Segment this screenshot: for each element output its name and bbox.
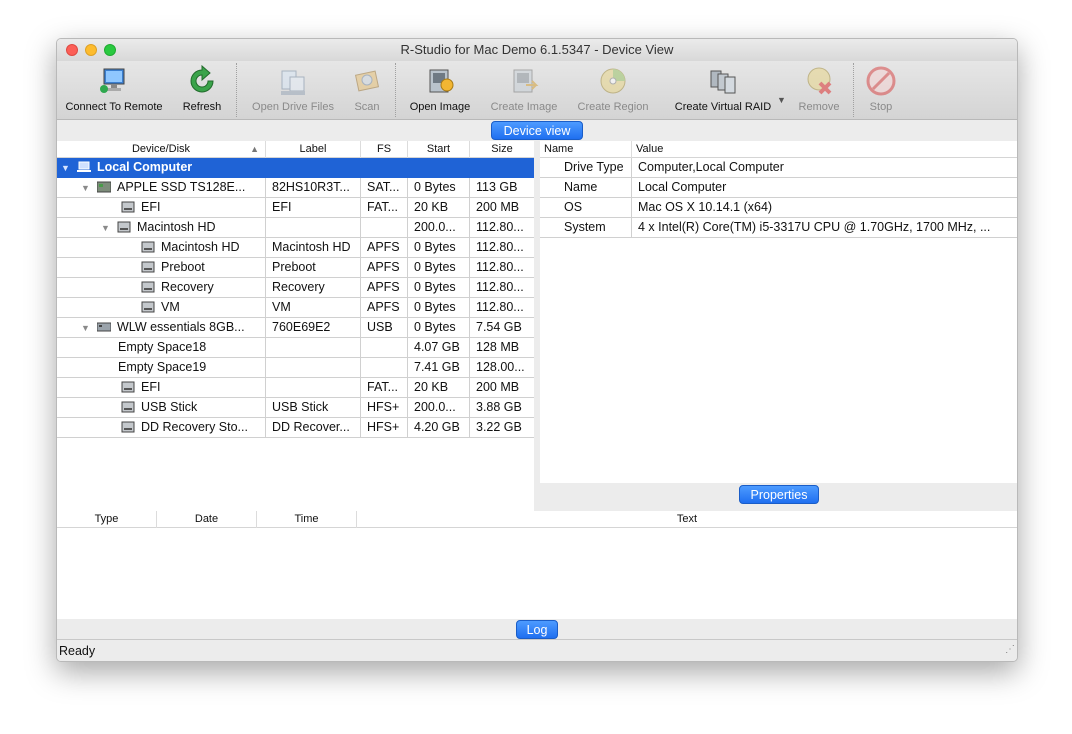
open-drive-files-button[interactable]: Open Drive Files: [243, 61, 343, 119]
property-row[interactable]: Name Local Computer: [540, 178, 1017, 198]
column-header-value[interactable]: Value: [632, 141, 1017, 158]
open-image-button[interactable]: Open Image: [401, 61, 479, 119]
table-row[interactable]: DD Recovery Sto... DD Recover... HFS+ 4.…: [57, 418, 534, 438]
computer-network-icon: [100, 68, 125, 93]
table-row[interactable]: USB Stick USB Stick HFS+ 200.0... 3.88 G…: [57, 398, 534, 418]
table-row[interactable]: EFI FAT... 20 KB 200 MB: [57, 378, 534, 398]
device-table-header: Device/Disk ▲ Label FS Start Size: [57, 141, 534, 158]
column-header-start[interactable]: Start: [408, 141, 470, 158]
column-header-device[interactable]: Device/Disk ▲: [57, 141, 266, 158]
resize-grip-icon[interactable]: ⋰: [1005, 639, 1015, 661]
table-row[interactable]: ▼ APPLE SSD TS128E... 82HS10R3T... SAT...…: [57, 178, 534, 198]
volume-icon: [121, 201, 135, 213]
remove-icon: [807, 67, 832, 95]
volume-icon: [117, 221, 131, 233]
volume-icon: [121, 381, 135, 393]
title-bar: R-Studio for Mac Demo 6.1.5347 - Device …: [57, 39, 1017, 61]
connect-to-remote-button[interactable]: Connect To Remote: [61, 61, 167, 119]
status-bar: Ready ⋰: [57, 639, 1017, 661]
volume-icon: [141, 261, 155, 273]
refresh-button[interactable]: Refresh: [171, 61, 233, 119]
table-row[interactable]: VM VM APFS 0 Bytes 112.80...: [57, 298, 534, 318]
ssd-drive-icon: [97, 181, 111, 193]
sort-ascending-icon: ▲: [250, 144, 259, 154]
disclosure-triangle-icon[interactable]: ▼: [81, 179, 91, 197]
column-header-date[interactable]: Date: [157, 511, 257, 528]
window-title: R-Studio for Mac Demo 6.1.5347 - Device …: [400, 42, 674, 57]
app-window: R-Studio for Mac Demo 6.1.5347 - Device …: [56, 38, 1018, 662]
property-row[interactable]: OS Mac OS X 10.14.1 (x64): [540, 198, 1017, 218]
volume-icon: [121, 421, 135, 433]
column-header-time[interactable]: Time: [257, 511, 357, 528]
device-tree-panel: Device/Disk ▲ Label FS Start Size ▼ Local …: [57, 141, 534, 511]
remove-button[interactable]: Remove: [791, 61, 847, 119]
refresh-icon: [190, 65, 214, 93]
log-header: Type Date Time Text: [57, 511, 1017, 528]
status-text: Ready: [59, 644, 96, 658]
table-row[interactable]: EFI EFI FAT... 20 KB 200 MB: [57, 198, 534, 218]
create-region-icon: [600, 68, 626, 94]
disclosure-triangle-icon[interactable]: ▼: [101, 219, 111, 237]
stop-icon: [866, 66, 896, 96]
properties-panel: Name Value Drive Type Computer,Local Com…: [540, 141, 1017, 483]
table-row[interactable]: Recovery Recovery APFS 0 Bytes 112.80...: [57, 278, 534, 298]
column-header-label[interactable]: Label: [266, 141, 361, 158]
create-virtual-raid-button[interactable]: Create Virtual RAID: [669, 61, 777, 119]
computer-icon: [77, 161, 91, 172]
table-row[interactable]: Macintosh HD Macintosh HD APFS 0 Bytes 1…: [57, 238, 534, 258]
create-region-button[interactable]: Create Region: [571, 61, 655, 119]
virtual-raid-icon: [710, 70, 736, 94]
table-row[interactable]: ▼ Local Computer: [57, 158, 534, 178]
scan-button[interactable]: Scan: [345, 61, 389, 119]
virtual-raid-dropdown-arrow-icon[interactable]: ▼: [777, 95, 786, 105]
drive-files-icon: [281, 70, 305, 95]
column-header-type[interactable]: Type: [57, 511, 157, 528]
toolbar: Connect To Remote Refresh Open Drive Fil…: [57, 61, 1017, 120]
usb-drive-icon: [97, 322, 111, 332]
open-image-icon: [429, 69, 454, 93]
column-header-name[interactable]: Name: [540, 141, 632, 158]
column-header-fs[interactable]: FS: [361, 141, 408, 158]
log-tab[interactable]: Log: [516, 620, 558, 639]
disclosure-triangle-icon[interactable]: ▼: [81, 319, 91, 337]
property-row[interactable]: Drive Type Computer,Local Computer: [540, 158, 1017, 178]
volume-icon: [121, 401, 135, 413]
column-header-size[interactable]: Size: [470, 141, 534, 158]
toolbar-separator: [236, 63, 237, 117]
table-row[interactable]: ▼ Macintosh HD 200.0... 112.80...: [57, 218, 534, 238]
create-image-button[interactable]: Create Image: [483, 61, 565, 119]
scan-icon: [354, 70, 380, 92]
zoom-window-button[interactable]: [104, 44, 116, 56]
table-row[interactable]: Empty Space18 4.07 GB 128 MB: [57, 338, 534, 358]
property-row[interactable]: System 4 x Intel(R) Core(TM) i5-3317U CP…: [540, 218, 1017, 238]
table-row[interactable]: ▼ WLW essentials 8GB... 760E69E2 USB 0 By…: [57, 318, 534, 338]
minimize-window-button[interactable]: [85, 44, 97, 56]
volume-icon: [141, 241, 155, 253]
create-image-icon: [513, 69, 539, 93]
disclosure-triangle-icon[interactable]: ▼: [61, 159, 71, 177]
table-row[interactable]: Preboot Preboot APFS 0 Bytes 112.80...: [57, 258, 534, 278]
toolbar-separator: [395, 63, 396, 117]
close-window-button[interactable]: [66, 44, 78, 56]
properties-header: Name Value: [540, 141, 1017, 158]
table-row[interactable]: Empty Space19 7.41 GB 128.00...: [57, 358, 534, 378]
toolbar-separator: [853, 63, 854, 117]
volume-icon: [141, 281, 155, 293]
stop-button[interactable]: Stop: [859, 61, 903, 119]
column-header-text[interactable]: Text: [357, 511, 1017, 528]
volume-icon: [141, 301, 155, 313]
log-panel: Type Date Time Text: [57, 511, 1017, 619]
properties-tab[interactable]: Properties: [739, 485, 819, 504]
device-view-tab[interactable]: Device view: [491, 121, 583, 140]
